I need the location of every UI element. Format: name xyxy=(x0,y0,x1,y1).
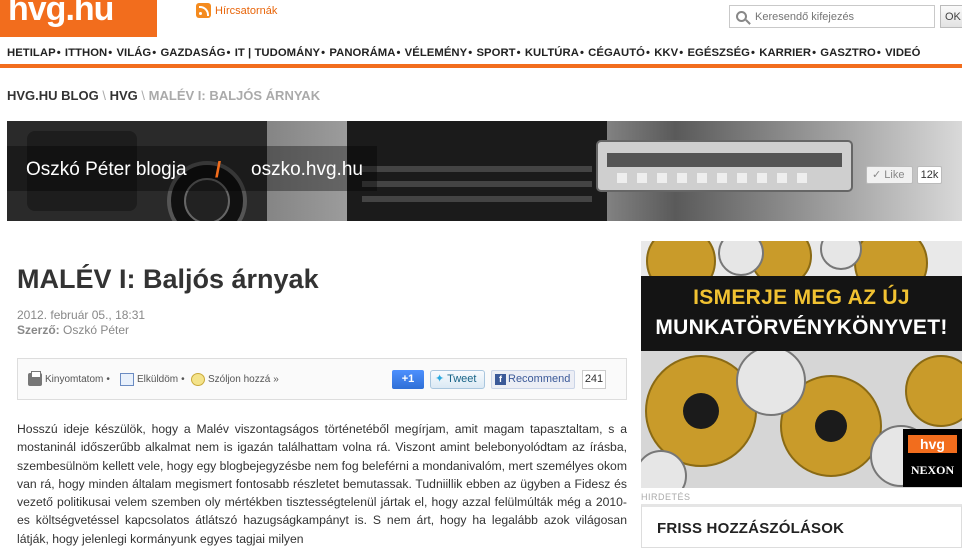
nav-separator: • xyxy=(152,47,157,59)
breadcrumb-separator: \ xyxy=(102,88,106,103)
google-plus-button[interactable]: +1 xyxy=(392,370,424,389)
hvg-logo[interactable]: hvg.hu xyxy=(0,0,157,37)
ad-hvg-logo: hvg xyxy=(908,435,957,453)
nav-item-gasztro[interactable]: GASZTRO xyxy=(820,47,876,59)
nav-separator: • xyxy=(679,47,684,59)
nav-item-sport[interactable]: SPORT xyxy=(476,47,515,59)
nav-separator: • xyxy=(646,47,651,59)
nav-separator: • xyxy=(321,47,326,59)
breadcrumb: HVG.HU BLOG \ HVG \ MALÉV I: BALJÓS ÁRNY… xyxy=(7,88,320,103)
ad-label: HIRDETÉS xyxy=(641,492,691,502)
blog-url[interactable]: oszko.hvg.hu xyxy=(251,159,363,181)
nav-separator: • xyxy=(516,47,521,59)
share-separator: • xyxy=(106,374,110,385)
banner-slash: / xyxy=(215,157,222,182)
nav-separator: • xyxy=(396,47,401,59)
nav-separator: • xyxy=(812,47,817,59)
nav-separator: • xyxy=(468,47,473,59)
send-label: Elküldöm xyxy=(137,374,179,385)
ad-headline: ISMERJE MEG AZ ÚJ MUNKATÖRVÉNYKÖNYVET! xyxy=(641,283,962,343)
rss-label: Hírcsatornák xyxy=(215,4,278,17)
ad-line2: MUNKATÖRVÉNYKÖNYVET! xyxy=(655,316,948,339)
article-body: Hosszú ideje készülök, hogy a Malév visz… xyxy=(17,422,627,546)
nav-item-vilag[interactable]: VILÁG xyxy=(116,47,151,59)
share-separator: • xyxy=(181,374,185,385)
twitter-bird-icon: ✦ xyxy=(435,373,445,385)
nav-item-cegauto[interactable]: CÉGAUTÓ xyxy=(588,47,645,59)
nav-item-panorama[interactable]: PANORÁMA xyxy=(329,47,395,59)
ad-brand-block: hvg NEXON xyxy=(903,429,962,487)
comment-button[interactable]: Szóljon hozzá » xyxy=(191,373,279,386)
nav-item-it-tudomany[interactable]: IT | TUDOMÁNY xyxy=(235,47,320,59)
printer-icon xyxy=(28,371,42,386)
rss-link[interactable]: Hírcsatornák xyxy=(196,3,277,18)
like-label: Like xyxy=(884,169,905,181)
nav-item-hetilap[interactable]: HETILAP xyxy=(7,47,56,59)
mail-icon xyxy=(120,373,134,386)
author-name[interactable]: Oszkó Péter xyxy=(63,323,129,337)
search-input[interactable] xyxy=(755,10,925,23)
nav-separator: • xyxy=(876,47,881,59)
search-icon xyxy=(736,11,747,22)
recommend-count: 241 xyxy=(582,370,606,389)
nav-item-kkv[interactable]: KKV xyxy=(654,47,678,59)
breadcrumb-current: MALÉV I: BALJÓS ÁRNYAK xyxy=(148,88,321,103)
author-label: Szerző: xyxy=(17,323,60,337)
nav-item-gazdasag[interactable]: GAZDASÁG xyxy=(160,47,225,59)
breadcrumb-blog[interactable]: HVG.HU BLOG xyxy=(7,88,99,103)
fb-like-button[interactable]: ✓ Like xyxy=(866,166,913,184)
fb-recommend-button[interactable]: f Recommend xyxy=(491,370,575,389)
breadcrumb-separator: \ xyxy=(141,88,146,103)
article-date: 2012. február 05., 18:31 xyxy=(17,308,146,322)
blog-name[interactable]: Oszkó Péter blogja xyxy=(26,159,187,181)
article-author: Szerző: Oszkó Péter xyxy=(17,323,129,337)
article-title: MALÉV I: Baljós árnyak xyxy=(17,264,319,294)
nav-separator: • xyxy=(226,47,231,59)
nav-item-velemeny[interactable]: VÉLEMÉNY xyxy=(405,47,468,59)
comment-icon xyxy=(191,373,205,386)
comment-label: Szóljon hozzá xyxy=(208,374,271,385)
main-nav: HETILAP• ITTHON• VILÁG• GAZDASÁG• IT | T… xyxy=(7,47,920,59)
nav-underline xyxy=(0,64,962,68)
comment-arrow: » xyxy=(273,374,279,385)
nav-separator: • xyxy=(56,47,61,59)
print-button[interactable]: Kinyomtatom • xyxy=(28,371,110,386)
recent-comments-title: FRISS HOZZÁSZÓLÁSOK xyxy=(657,520,845,537)
nav-item-karrier[interactable]: KARRIER xyxy=(759,47,811,59)
search-box[interactable] xyxy=(729,5,935,28)
tweet-label: Tweet xyxy=(447,373,477,385)
nav-separator: • xyxy=(751,47,756,59)
share-toolbar: Kinyomtatom • Elküldöm • Szóljon hozzá »… xyxy=(17,358,627,400)
rss-icon xyxy=(196,3,211,18)
print-label: Kinyomtatom xyxy=(45,374,104,385)
nav-item-itthon[interactable]: ITTHON xyxy=(65,47,107,59)
nav-separator: • xyxy=(108,47,113,59)
blog-banner: Oszkó Péter blogja / oszko.hvg.hu ✓ Like… xyxy=(7,121,962,221)
nav-separator: • xyxy=(579,47,584,59)
breadcrumb-hvg[interactable]: HVG xyxy=(110,88,138,103)
nav-item-egeszseg[interactable]: EGÉSZSÉG xyxy=(687,47,750,59)
recent-comments-box: FRISS HOZZÁSZÓLÁSOK xyxy=(641,504,962,548)
facebook-icon: f xyxy=(495,374,506,385)
like-count: 12k xyxy=(917,166,942,184)
nav-item-kultura[interactable]: KULTÚRA xyxy=(525,47,579,59)
recommend-label: Recommend xyxy=(508,373,571,385)
tweet-button[interactable]: ✦ Tweet xyxy=(430,370,485,389)
search-button[interactable]: OK xyxy=(940,5,962,28)
send-button[interactable]: Elküldöm • xyxy=(120,373,185,386)
sidebar-ad[interactable]: ISMERJE MEG AZ ÚJ MUNKATÖRVÉNYKÖNYVET! h… xyxy=(641,241,962,488)
nav-item-video[interactable]: VIDEÓ xyxy=(885,47,920,59)
ad-line1: ISMERJE MEG AZ ÚJ xyxy=(693,286,910,309)
ad-nexon-logo: NEXON xyxy=(910,463,955,477)
